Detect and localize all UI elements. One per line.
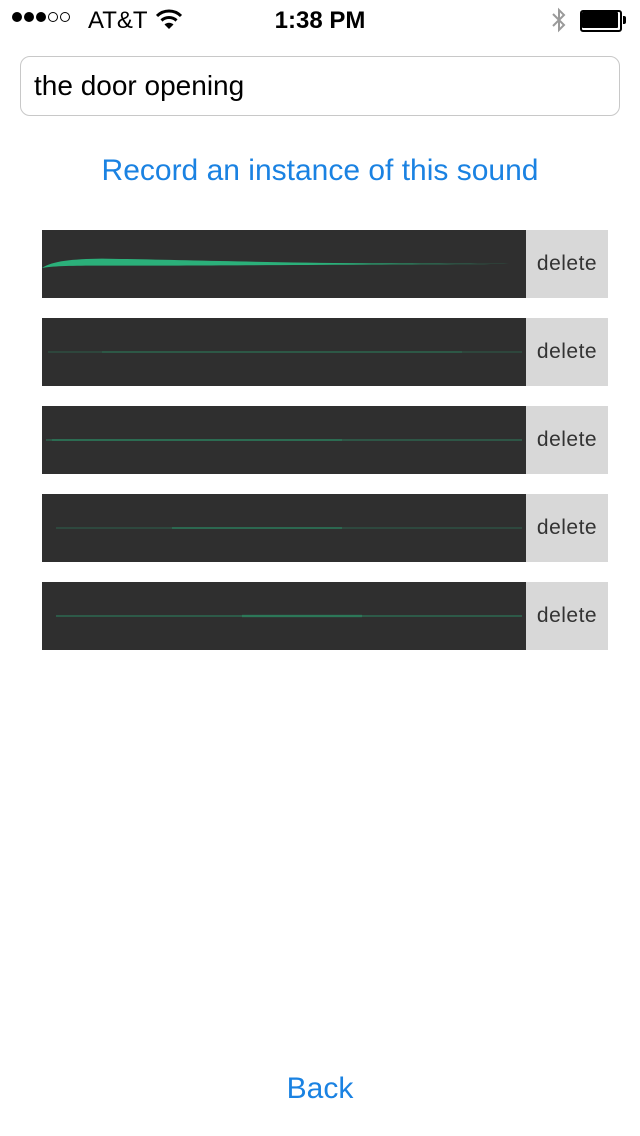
status-time: 1:38 PM	[274, 7, 366, 34]
recording-row: delete	[42, 406, 608, 474]
waveform-display[interactable]	[42, 582, 526, 650]
recording-row: delete	[42, 318, 608, 386]
record-sound-button[interactable]: Record an instance of this sound	[0, 154, 640, 188]
delete-recording-button[interactable]: delete	[526, 406, 608, 474]
recording-row: delete	[42, 582, 608, 650]
waveform-display[interactable]	[42, 230, 526, 298]
recording-row: delete	[42, 494, 608, 562]
sound-name-input[interactable]	[20, 56, 620, 116]
bluetooth-icon	[550, 7, 568, 38]
delete-recording-button[interactable]: delete	[526, 494, 608, 562]
battery-icon	[580, 10, 626, 32]
waveform-display[interactable]	[42, 318, 526, 386]
waveform-display[interactable]	[42, 406, 526, 474]
status-bar: AT&T 1:38 PM	[0, 0, 640, 40]
back-button[interactable]: Back	[0, 1072, 640, 1106]
delete-recording-button[interactable]: delete	[526, 318, 608, 386]
delete-recording-button[interactable]: delete	[526, 230, 608, 298]
delete-recording-button[interactable]: delete	[526, 582, 608, 650]
recordings-list: delete delete delete delete delete	[42, 230, 608, 670]
recording-row: delete	[42, 230, 608, 298]
waveform-display[interactable]	[42, 494, 526, 562]
